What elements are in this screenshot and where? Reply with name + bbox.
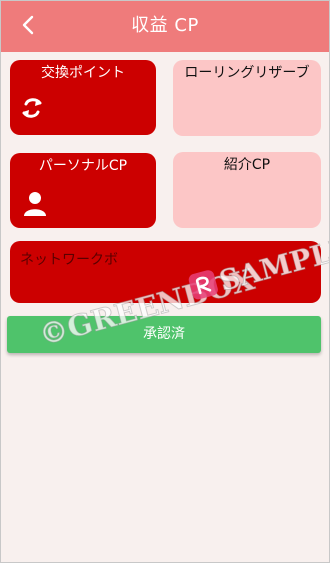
page-title: 収益 CP	[131, 15, 199, 36]
exchange-arrows-icon	[22, 98, 42, 118]
rolling-reserve-label: ローリングリザーブ	[184, 65, 310, 81]
network-bonus-label: ネットワークボ	[20, 252, 118, 268]
referral-cp-card[interactable]: 紹介CP	[173, 152, 321, 228]
exchange-points-label: 交換ポイント	[41, 65, 125, 81]
personal-cp-label: パーソナルCP	[38, 158, 128, 174]
rolling-reserve-card[interactable]: ローリングリザーブ	[173, 60, 321, 136]
network-bonus-card[interactable]: ネットワークボ	[10, 241, 321, 303]
approved-button[interactable]: 承認済	[7, 316, 321, 353]
referral-cp-label: 紹介CP	[223, 157, 271, 173]
exchange-points-card[interactable]: 交換ポイント	[10, 60, 156, 135]
app-header: 収益 CP	[0, 0, 330, 52]
personal-cp-card[interactable]: パーソナルCP	[10, 153, 156, 228]
person-icon	[24, 192, 46, 216]
